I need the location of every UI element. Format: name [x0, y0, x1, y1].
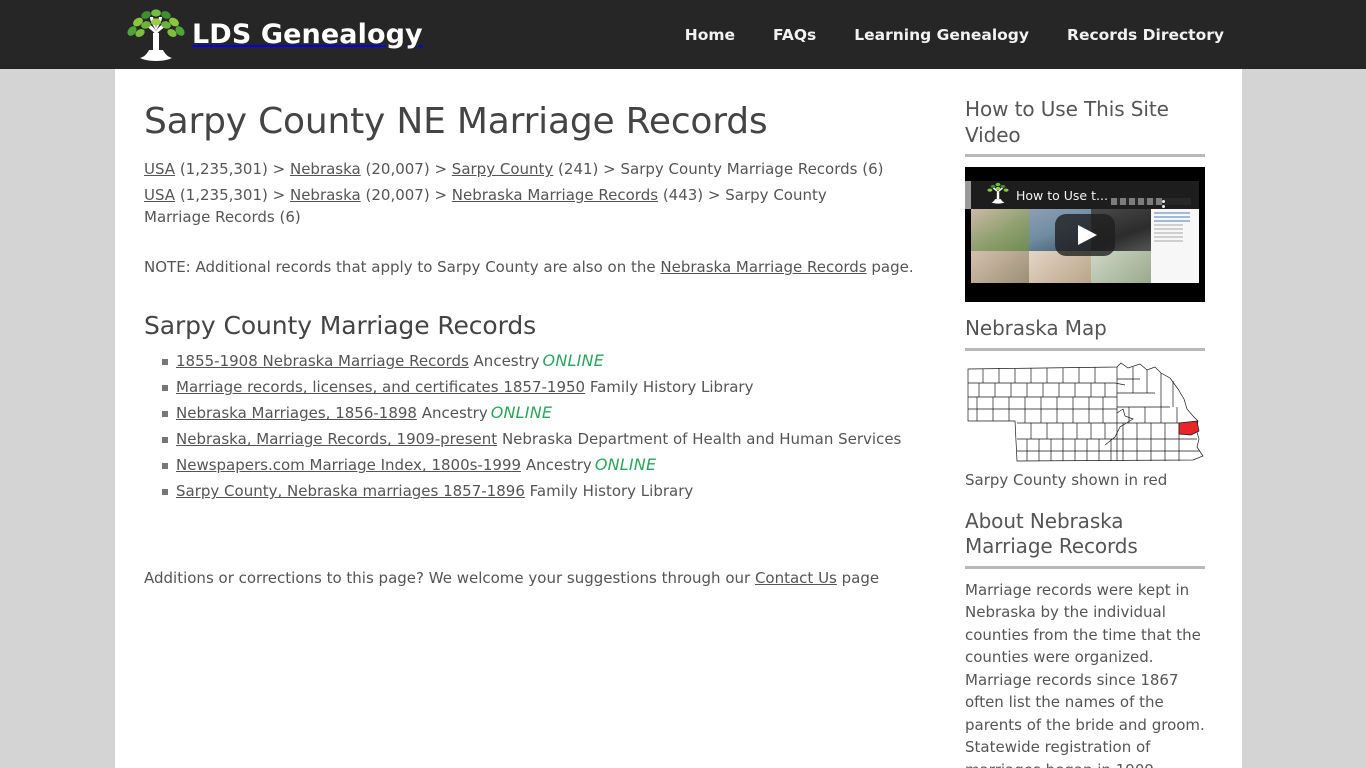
video-title-bar: How to Use t...: [971, 181, 1199, 214]
collage-text-panel: [1151, 251, 1199, 284]
contact-us-link[interactable]: Contact Us: [755, 569, 837, 587]
note-text: NOTE: Additional records that apply to S…: [144, 256, 955, 278]
video-widget: How to Use This Site Video How to Use t.…: [965, 97, 1213, 303]
brand-name: LDS Genealogy: [192, 19, 423, 50]
nav-records-directory[interactable]: Records Directory: [1067, 26, 1224, 44]
suggestions-before: Additions or corrections to this page? W…: [144, 569, 755, 588]
video-bottom-bar: [971, 283, 1199, 303]
map-widget: Nebraska Map Sarpy County shown in red: [965, 316, 1213, 489]
tree-logo-icon: [971, 182, 1011, 208]
divider: [965, 347, 1205, 351]
page-background: Sarpy County NE Marriage Records USA (1,…: [0, 69, 1366, 768]
list-item: Marriage records, licenses, and certific…: [144, 374, 955, 400]
breadcrumb-count-sarpy: (241) >: [553, 160, 621, 179]
video-nav-strip: [1111, 198, 1191, 206]
collage-photo: [1091, 251, 1151, 284]
online-badge: ONLINE: [542, 351, 605, 371]
breadcrumb-secondary: USA (1,235,301) > Nebraska (20,007) > Ne…: [144, 184, 889, 228]
record-link[interactable]: Sarpy County, Nebraska marriages 1857-18…: [176, 482, 525, 500]
note-link-nebraska-marriage-records[interactable]: Nebraska Marriage Records: [660, 258, 866, 276]
nav-home[interactable]: Home: [685, 26, 735, 44]
record-link[interactable]: 1855-1908 Nebraska Marriage Records: [176, 352, 469, 370]
list-item: Newspapers.com Marriage Index, 1800s-199…: [144, 452, 955, 478]
list-item: 1855-1908 Nebraska Marriage Records Ance…: [144, 348, 955, 374]
breadcrumb2-count-usa: (1,235,301) >: [175, 186, 290, 205]
main-navigation: Home FAQs Learning Genealogy Records Dir…: [685, 26, 1224, 44]
suggestions-note: Additions or corrections to this page? W…: [144, 569, 955, 587]
record-source: Family History Library: [524, 482, 694, 501]
map-heading: Nebraska Map: [965, 316, 1107, 341]
breadcrumb-link-nebraska[interactable]: Nebraska: [290, 160, 361, 178]
page-title: Sarpy County NE Marriage Records: [144, 101, 768, 142]
breadcrumb-link-usa[interactable]: USA: [144, 160, 175, 178]
record-link[interactable]: Nebraska, Marriage Records, 1909-present: [176, 430, 497, 448]
nav-learning-genealogy[interactable]: Learning Genealogy: [854, 26, 1029, 44]
record-source: Nebraska Department of Health and Human …: [497, 430, 902, 449]
breadcrumb-primary: USA (1,235,301) > Nebraska (20,007) > Sa…: [144, 158, 889, 180]
collage-photo: [971, 251, 1029, 284]
breadcrumb-current-1: Sarpy County Marriage Records (6): [620, 160, 884, 179]
nebraska-county-map: [965, 361, 1205, 463]
video-title: How to Use t...: [1016, 187, 1108, 203]
video-player[interactable]: How to Use t...: [965, 167, 1205, 303]
breadcrumb2-link-usa[interactable]: USA: [144, 186, 175, 204]
about-text: Marriage records were kept in Nebraska b…: [965, 580, 1205, 768]
breadcrumb2-link-nebraska[interactable]: Nebraska: [290, 186, 361, 204]
main-content: Sarpy County NE Marriage Records USA (1,…: [115, 69, 955, 768]
section-title: Sarpy County Marriage Records: [144, 311, 537, 341]
breadcrumb2-link-nebraska-marriage-records[interactable]: Nebraska Marriage Records: [452, 186, 658, 204]
divider: [965, 565, 1205, 569]
breadcrumb-count-nebraska: (20,007) >: [360, 160, 452, 179]
content-sheet: Sarpy County NE Marriage Records USA (1,…: [115, 69, 1242, 768]
record-source: Ancestry: [521, 456, 592, 475]
record-link[interactable]: Newspapers.com Marriage Index, 1800s-199…: [176, 456, 521, 474]
record-link[interactable]: Nebraska Marriages, 1856-1898: [176, 404, 417, 422]
about-widget: About Nebraska Marriage Records Marriage…: [965, 509, 1213, 768]
tree-logo-icon: [124, 8, 188, 61]
about-heading: About Nebraska Marriage Records: [965, 508, 1138, 559]
sidebar: How to Use This Site Video How to Use t.…: [955, 69, 1213, 768]
record-list: 1855-1908 Nebraska Marriage Records Ance…: [144, 348, 955, 504]
record-source: Family History Library: [585, 378, 754, 397]
note-before: NOTE: Additional records that apply to S…: [144, 258, 661, 277]
list-item: Nebraska Marriages, 1856-1898 Ancestry ON…: [144, 400, 955, 426]
note-after: page.: [866, 258, 914, 277]
map-caption: Sarpy County shown in red: [965, 470, 1168, 489]
site-logo-link[interactable]: LDS Genealogy: [124, 0, 423, 69]
online-badge: ONLINE: [490, 403, 553, 423]
suggestions-after: page: [836, 569, 880, 588]
video-heading: How to Use This Site Video: [965, 97, 1169, 147]
breadcrumb2-count-nebraska: (20,007) >: [360, 186, 452, 205]
collage-photo: [1029, 251, 1091, 284]
online-badge: ONLINE: [594, 455, 657, 475]
record-link[interactable]: Marriage records, licenses, and certific…: [176, 378, 585, 396]
record-source: Ancestry: [468, 352, 540, 371]
collage-text-panel: [1151, 209, 1199, 252]
list-item: Sarpy County, Nebraska marriages 1857-18…: [144, 478, 955, 504]
divider: [965, 154, 1205, 158]
site-header: LDS Genealogy Home FAQs Learning Genealo…: [0, 0, 1366, 69]
play-button-icon[interactable]: [1055, 213, 1115, 256]
list-item: Nebraska, Marriage Records, 1909-present…: [144, 426, 955, 452]
record-source: Ancestry: [416, 404, 488, 423]
collage-photo: [971, 209, 1029, 252]
breadcrumb-link-sarpy-county[interactable]: Sarpy County: [452, 160, 553, 178]
breadcrumb-count-usa: (1,235,301) >: [175, 160, 290, 179]
nav-faqs[interactable]: FAQs: [773, 26, 816, 44]
breadcrumb2-count-nmr: (443) >: [658, 186, 726, 205]
